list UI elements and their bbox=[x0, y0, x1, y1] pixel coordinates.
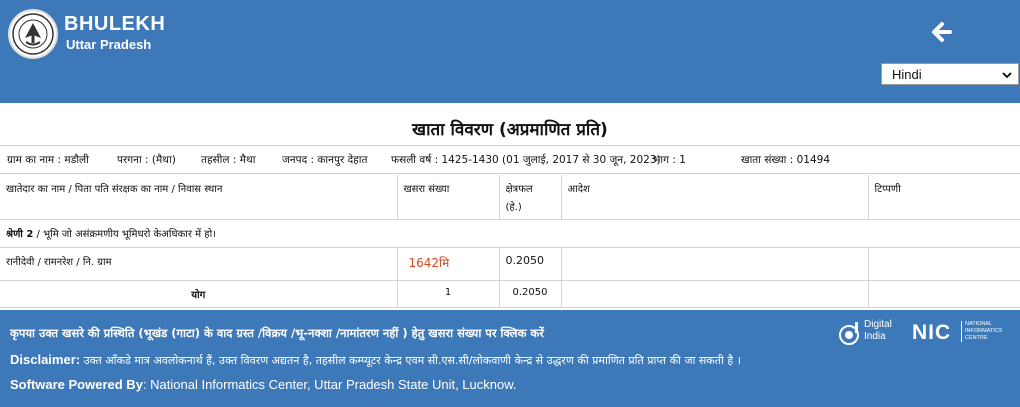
fasli-year: फसली वर्ष : 1425-1430 (01 जुलाई, 2017 से… bbox=[391, 154, 661, 166]
header-area: क्षेत्रफल (हे.) bbox=[499, 175, 562, 220]
category-prefix: श्रेणी 2 bbox=[6, 229, 34, 240]
order-cell bbox=[561, 247, 869, 281]
footer: कृपया उक्त खसरे की प्रस्थिति (भूखंड (गाट… bbox=[0, 310, 1020, 407]
category-cell: श्रेणी 2 / भूमि जो असंक्रमणीय भूमिधरो के… bbox=[0, 219, 1020, 248]
total-empty-1 bbox=[561, 280, 869, 308]
khata-number: खाता संख्या : 01494 bbox=[741, 154, 831, 166]
category-row: श्रेणी 2 / भूमि जो असंक्रमणीय भूमिधरो के… bbox=[0, 219, 1020, 248]
footer-note: कृपया उक्त खसरे की प्रस्थिति (भूखंड (गाट… bbox=[10, 326, 544, 340]
disclaimer: Disclaimer: उक्त आँकडे मात्र अवलोकनार्थ … bbox=[10, 352, 741, 368]
remark-cell bbox=[868, 247, 1020, 281]
header-area-label: क्षेत्रफल bbox=[505, 184, 533, 195]
total-count: 1 bbox=[397, 280, 500, 308]
chevron-down-icon bbox=[1002, 67, 1012, 82]
digital-india-icon bbox=[839, 322, 859, 345]
language-select[interactable]: Hindi bbox=[881, 63, 1019, 85]
divider bbox=[0, 145, 1020, 146]
back-arrow-icon[interactable] bbox=[928, 20, 956, 44]
digital-india-logo: Digital India bbox=[838, 319, 908, 347]
tehsil: तहसील : मैथा bbox=[201, 154, 256, 166]
brand-title: BHULEKH bbox=[64, 13, 166, 35]
software-credit: Software Powered By: National Informatic… bbox=[10, 377, 517, 392]
up-emblem-logo bbox=[8, 9, 58, 59]
total-empty-2 bbox=[868, 280, 1020, 308]
digital-india-line2: India bbox=[864, 331, 886, 342]
disclaimer-label: Disclaimer: bbox=[10, 352, 81, 367]
header-remark: टिप्पणी bbox=[868, 175, 1020, 220]
header-bar: BHULEKH Uttar Pradesh Hindi bbox=[0, 0, 1020, 103]
table-header-row: खातेदार का नाम / पिता पति संरक्षक का नाम… bbox=[0, 175, 1020, 220]
digital-india-text: Digital India bbox=[864, 319, 892, 343]
nic-line3: CENTRE bbox=[965, 335, 988, 341]
district: जनपद : कानपुर देहात bbox=[282, 154, 368, 166]
total-label: योग bbox=[0, 280, 398, 308]
nic-wordmark: NIC bbox=[912, 321, 952, 344]
software-text: : National Informatics Center, Uttar Pra… bbox=[142, 377, 517, 392]
bhag: भाग : 1 bbox=[653, 154, 686, 166]
khasra-cell: 1642मि bbox=[397, 247, 500, 281]
area-cell: 0.2050 bbox=[499, 247, 562, 281]
header-khasra: खसरा संख्या bbox=[397, 175, 500, 220]
total-row: योग 1 0.2050 bbox=[0, 280, 1020, 308]
owner-cell: रानीदेवी / रामनरेश / नि. ग्राम bbox=[0, 247, 398, 281]
nic-text: NATIONAL INFORMATICS CENTRE bbox=[961, 321, 1002, 342]
digital-india-line1: Digital bbox=[864, 319, 892, 330]
pargana: परगना : (मैथा) bbox=[117, 154, 176, 166]
nic-line2: INFORMATICS bbox=[965, 328, 1003, 334]
khasra-link[interactable]: 1642मि bbox=[404, 256, 450, 270]
khata-table: खातेदार का नाम / पिता पति संरक्षक का नाम… bbox=[0, 175, 1020, 308]
header-area-unit: (हे.) bbox=[505, 202, 522, 213]
category-text: / भूमि जो असंक्रमणीय भूमिधरो केअधिकार मे… bbox=[33, 229, 216, 240]
language-select-value: Hindi bbox=[892, 66, 922, 82]
disclaimer-text: उक्त आँकडे मात्र अवलोकनार्थ हैं, उक्त वि… bbox=[80, 354, 741, 367]
village-name: ग्राम का नाम : मडौली bbox=[7, 154, 89, 166]
nic-logo: NIC NATIONAL INFORMATICS CENTRE bbox=[912, 321, 1007, 345]
divider bbox=[0, 173, 1020, 174]
nic-line1: NATIONAL bbox=[965, 321, 993, 327]
total-area: 0.2050 bbox=[499, 280, 562, 308]
header-order: आदेश bbox=[561, 175, 869, 220]
software-label: Software Powered By bbox=[10, 377, 143, 392]
document-title: खाता विवरण (अप्रमाणित प्रति) bbox=[412, 120, 608, 140]
brand-subtitle: Uttar Pradesh bbox=[66, 37, 152, 52]
table-row: रानीदेवी / रामनरेश / नि. ग्राम 1642मि 0.… bbox=[0, 247, 1020, 281]
header-owner: खातेदार का नाम / पिता पति संरक्षक का नाम… bbox=[0, 175, 398, 220]
